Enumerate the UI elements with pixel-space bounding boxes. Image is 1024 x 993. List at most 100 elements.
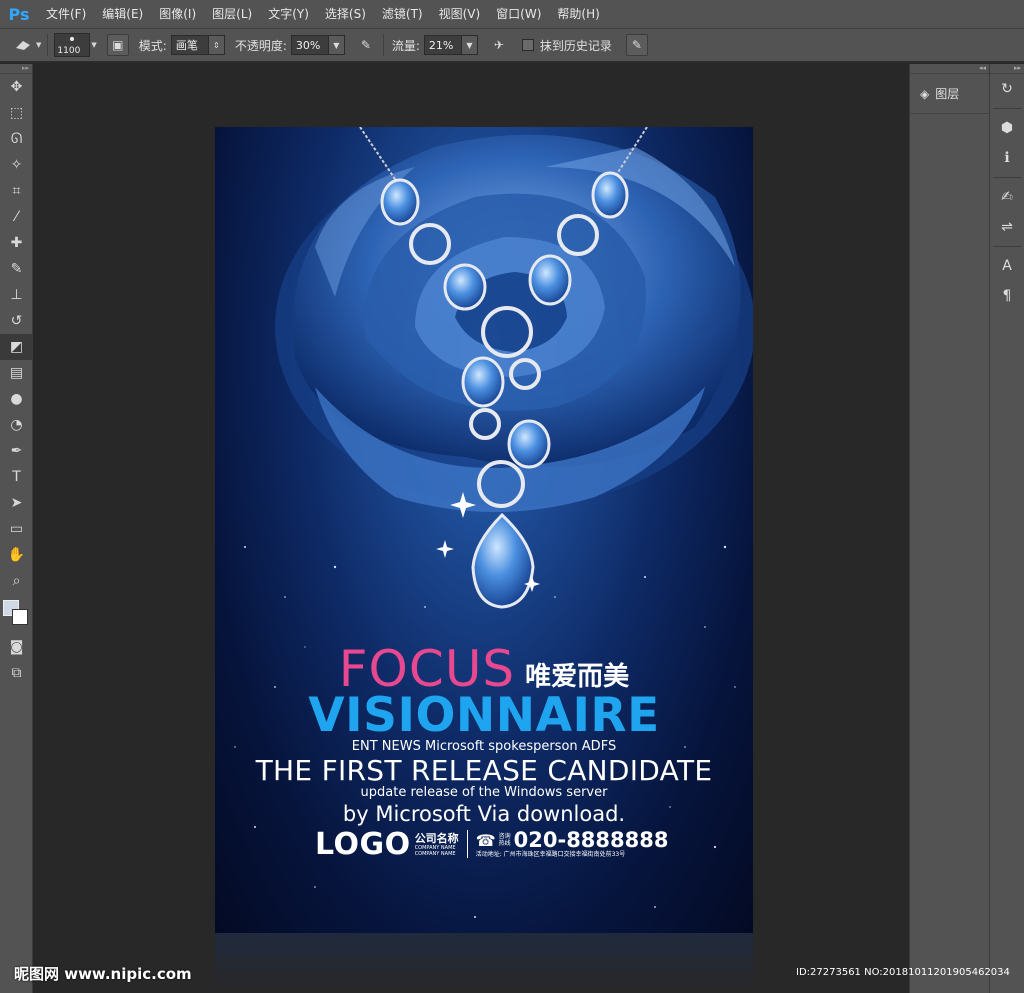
brush-size-picker[interactable]: 1100 xyxy=(54,33,91,57)
eyedropper-icon[interactable]: ⁄ xyxy=(0,204,33,230)
screen-mode-icon[interactable]: ⧉ xyxy=(0,660,33,686)
layers-panel-tab[interactable]: ◈ 图层 xyxy=(910,74,989,114)
brush-chevron-icon[interactable]: ▼ xyxy=(91,41,96,49)
opacity-label: 不透明度: xyxy=(234,38,287,53)
options-divider xyxy=(47,34,49,56)
options-bar: ▼ 1100 ▼ ▣ 模式: 画笔 ⇕ 不透明度: 30% ▼ ✎ 流量: 21… xyxy=(0,28,1024,62)
panel-expand-icon[interactable]: ▸▸ xyxy=(990,64,1024,74)
flow-input[interactable]: 21% ▼ xyxy=(423,35,478,55)
brush-panel-icon[interactable]: ▣ xyxy=(106,34,129,56)
layers-icon: ◈ xyxy=(920,86,930,101)
tools-panel: ▸▸ ✥ ⬚ ᘏ ✧ ⌗ ⁄ ✚ ✎ ⊥ ↺ ◩ ▤ ● ◔ ✒ T ➤ ▭ ✋… xyxy=(0,64,33,993)
brush-tool-icon[interactable]: ✎ xyxy=(0,256,33,282)
hotline-line-2: 热线 xyxy=(498,840,511,847)
phone-row: ☎ 咨询 热线 020-8888888 xyxy=(476,829,669,851)
pen-tool-icon[interactable]: ✒ xyxy=(0,438,33,464)
eraser-preset-icon[interactable] xyxy=(12,36,34,54)
paragraph-panel-icon[interactable]: ¶ xyxy=(990,281,1024,311)
menu-type[interactable]: 文字(Y) xyxy=(260,0,317,28)
opacity-value: 30% xyxy=(295,38,321,52)
company-name-cn: 公司名称 xyxy=(414,831,459,845)
crop-tool-icon[interactable]: ⌗ xyxy=(0,178,33,204)
ent-news-text: ENT NEWS Microsoft spokesperson ADFS xyxy=(351,739,617,754)
airbrush-icon[interactable]: ✈ xyxy=(488,34,510,56)
quick-mask-icon[interactable]: ◙ xyxy=(0,634,33,660)
menu-help[interactable]: 帮助(H) xyxy=(549,0,607,28)
poster-canvas[interactable]: FOCUS 唯爱而美 VISIONNAIRE ENT NEWS Microsof… xyxy=(215,127,753,933)
marquee-tool-icon[interactable]: ⬚ xyxy=(0,100,33,126)
layers-label: 图层 xyxy=(935,87,960,101)
eraser-tool-icon[interactable]: ◩ xyxy=(0,334,33,360)
panel-icons-dock: ▸▸ ↻ ⬢ ℹ ✍ ⇌ A ¶ xyxy=(989,64,1024,993)
chevron-down-icon[interactable]: ▼ xyxy=(327,36,344,54)
gradient-tool-icon[interactable]: ▤ xyxy=(0,360,33,386)
flow-label: 流量: xyxy=(391,38,420,53)
toolbar-collapse-icon[interactable]: ▸▸ xyxy=(0,64,32,74)
menu-select[interactable]: 选择(S) xyxy=(317,0,374,28)
chevron-down-icon[interactable]: ▼ xyxy=(460,36,477,54)
info-panel-icon[interactable]: ℹ xyxy=(990,143,1024,173)
nipic-watermark: 昵图网 www.nipic.com xyxy=(14,965,192,983)
flow-value: 21% xyxy=(428,38,454,52)
company-block: 公司名称 COMPANY NAME COMPANY NAME xyxy=(415,832,459,857)
move-tool-icon[interactable]: ✥ xyxy=(0,74,33,100)
menu-view[interactable]: 视图(V) xyxy=(431,0,489,28)
image-id-watermark: ID:27273561 NO:20181011201905462034 xyxy=(796,967,1010,978)
pressure-size-icon[interactable]: ✎ xyxy=(625,34,648,56)
lasso-tool-icon[interactable]: ᘏ xyxy=(0,126,33,152)
adjustments-icon[interactable]: ⇌ xyxy=(990,212,1024,242)
opacity-input[interactable]: 30% ▼ xyxy=(290,35,345,55)
poster-reflection xyxy=(215,933,753,993)
mode-select[interactable]: 画笔 ⇕ xyxy=(170,35,225,55)
hand-tool-icon[interactable]: ✋ xyxy=(0,542,33,568)
magic-wand-icon[interactable]: ✧ xyxy=(0,152,33,178)
menu-edit[interactable]: 编辑(E) xyxy=(94,0,151,28)
contact-row: LOGO 公司名称 COMPANY NAME COMPANY NAME ☎ 咨询… xyxy=(315,826,669,862)
color-swatches xyxy=(0,594,32,634)
layers-panel-dock: ◂◂ ◈ 图层 xyxy=(909,64,989,993)
panel-divider xyxy=(993,177,1021,178)
logo-text: LOGO xyxy=(315,826,411,862)
3d-panel-icon[interactable]: ⬢ xyxy=(990,113,1024,143)
preset-chevron-icon[interactable]: ▼ xyxy=(36,41,41,49)
panel-collapse-icon[interactable]: ◂◂ xyxy=(910,64,989,74)
menu-window[interactable]: 窗口(W) xyxy=(488,0,549,28)
type-tool-icon[interactable]: T xyxy=(0,464,33,490)
brush-presets-icon[interactable]: ✍ xyxy=(990,182,1024,212)
menu-image[interactable]: 图像(I) xyxy=(151,0,204,28)
history-panel-icon[interactable]: ↻ xyxy=(990,74,1024,104)
background-color-swatch[interactable] xyxy=(12,609,28,625)
path-select-icon[interactable]: ➤ xyxy=(0,490,33,516)
photoshop-logo: Ps xyxy=(8,4,30,24)
menu-layer[interactable]: 图层(L) xyxy=(204,0,260,28)
update-release-text: update release of the Windows server xyxy=(360,785,608,800)
history-brush-icon[interactable]: ↺ xyxy=(0,308,33,334)
brush-dot-icon xyxy=(70,37,75,41)
menu-bar: Ps 文件(F) 编辑(E) 图像(I) 图层(L) 文字(Y) 选择(S) 滤… xyxy=(0,0,1024,28)
panel-divider xyxy=(993,246,1021,247)
menu-filter[interactable]: 滤镜(T) xyxy=(374,0,431,28)
pressure-opacity-icon[interactable]: ✎ xyxy=(355,34,377,56)
clone-stamp-icon[interactable]: ⊥ xyxy=(0,282,33,308)
updown-icon: ⇕ xyxy=(207,36,224,54)
mode-label: 模式: xyxy=(138,38,167,53)
company-name-en-2: COMPANY NAME xyxy=(414,850,456,857)
erase-history-label: 抹到历史记录 xyxy=(539,38,612,53)
hotline-label: 咨询 热线 xyxy=(499,833,511,847)
menu-file[interactable]: 文件(F) xyxy=(38,0,94,28)
address-text: 活动地址: 广州市海珠区幸福路口交接幸福街南处前33号 xyxy=(475,851,626,858)
blur-tool-icon[interactable]: ● xyxy=(0,386,33,412)
mode-value: 画笔 xyxy=(175,39,198,52)
erase-history-checkbox[interactable] xyxy=(521,39,534,51)
character-panel-icon[interactable]: A xyxy=(990,251,1024,281)
visionnaire-text: VISIONNAIRE xyxy=(308,688,660,743)
dodge-tool-icon[interactable]: ◔ xyxy=(0,412,33,438)
healing-brush-icon[interactable]: ✚ xyxy=(0,230,33,256)
hotline-line-1: 咨询 xyxy=(498,833,511,840)
phone-number: 020-8888888 xyxy=(513,828,669,852)
phone-icon: ☎ xyxy=(475,830,496,850)
by-microsoft-text: by Microsoft Via download. xyxy=(342,802,626,826)
options-divider xyxy=(382,34,384,56)
zoom-tool-icon[interactable]: ⌕ xyxy=(0,568,33,594)
shape-tool-icon[interactable]: ▭ xyxy=(0,516,33,542)
